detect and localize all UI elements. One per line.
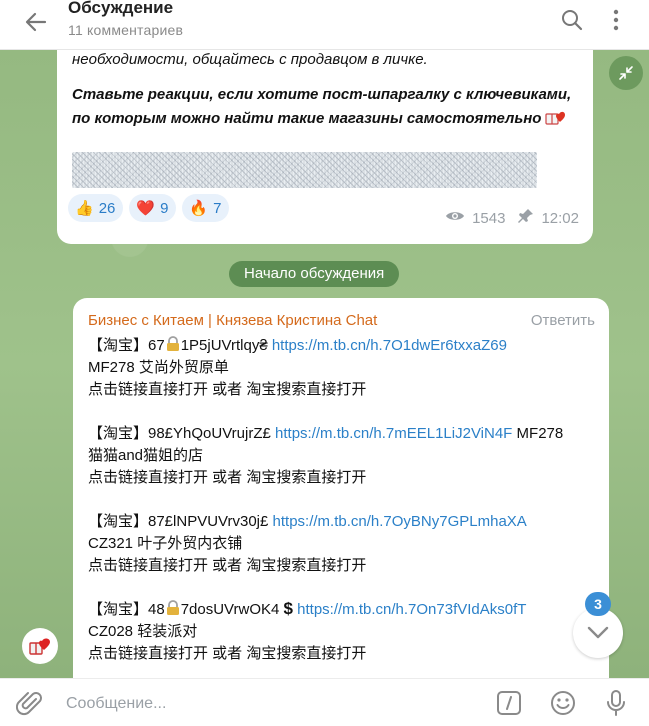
taobao-link[interactable]: https://m.tb.cn/h.7On73fVIdAks0fT [297,601,526,618]
message-line: CZ321 叶子外贸内衣铺 [88,535,243,552]
reaction-heart[interactable]: ❤️ 9 [129,194,177,222]
reaction-thumbs-up[interactable]: 👍 26 [68,194,124,222]
pin-icon [518,208,534,228]
message-line: 【淘宝】67 1P5jUVrtlqy₴ https://m.tb.cn/h.7O1… [88,336,507,354]
taobao-link[interactable]: https://m.tb.cn/h.7OyBNy7GPLmhaXA [273,513,527,530]
paperclip-icon[interactable] [15,689,44,717]
eye-icon [445,209,465,227]
post-time: 12:02 [541,209,579,227]
spoiler-text[interactable] [72,152,537,188]
chat-area[interactable]: необходимости, общайтесь с продавцом в л… [0,50,649,678]
gift-heart-icon [545,108,567,126]
message-line: 【淘宝】98£YhQoUVrujrZ£ https://m.tb.cn/h.7m… [88,425,564,442]
message-input[interactable]: Сообщение... [66,695,166,713]
search-icon[interactable] [558,6,586,34]
post-text-line: по которым можно найти такие магазины са… [72,108,567,127]
taobao-link[interactable]: https://m.tb.cn/h.7O1dwEr6txxaZ69 [272,337,507,354]
message-line: 点击链接直接打开 或者 淘宝搜索直接打开 [88,381,367,398]
message-line: CZ028 轻装派对 [88,623,198,640]
message-line: 【淘宝】48 7dosUVrwOK4 $ https://m.tb.cn/h.7O… [88,599,527,618]
comment-message[interactable]: Бизнес с Китаем | Князева Кристина Chat … [73,298,609,678]
channel-post[interactable]: необходимости, общайтесь с продавцом в л… [57,50,593,244]
view-count: 1543 [472,209,506,227]
chat-header: Обсуждение 11 комментариев [0,0,649,50]
message-line: 点击链接直接打开 或者 淘宝搜索直接打开 [88,557,367,574]
post-text-line: Ставьте реакции, если хотите пост-шпарга… [72,86,572,103]
lock-icon [165,600,181,616]
reactions-bar: 👍 26 ❤️ 9 🔥 7 [68,194,230,222]
emoji-icon[interactable] [547,687,579,719]
message-line: 点击链接直接打开 或者 淘宝搜索直接打开 [88,469,367,486]
reaction-fire[interactable]: 🔥 7 [182,194,230,222]
message-line: 【淘宝】87£lNPVUVrv30j£ https://m.tb.cn/h.7O… [88,513,527,530]
message-composer: Сообщение... [0,678,649,726]
reply-button[interactable]: Ответить [531,312,595,329]
message-line: MF278 艾尚外贸原单 [88,359,229,376]
dollar-icon: $ [283,599,293,618]
microphone-icon[interactable] [600,687,632,719]
message-line: 点击链接直接打开 或者 淘宝搜索直接打开 [88,645,367,662]
taobao-link[interactable]: https://m.tb.cn/h.7mEEL1LiJ2ViN4F [275,425,512,442]
message-line: 猫猫and猫姐的店 [88,447,204,464]
more-menu-icon[interactable] [602,6,630,34]
bot-command-icon[interactable] [493,687,525,719]
chevron-down-icon [587,626,609,639]
back-arrow-icon[interactable] [20,6,52,38]
unread-badge: 3 [585,592,611,616]
page-title: Обсуждение [68,0,174,17]
comment-count: 11 комментариев [68,22,184,38]
sender-name[interactable]: Бизнес с Китаем | Князева Кристина Chat [88,312,377,329]
lock-icon [165,336,181,352]
post-meta: 1543 12:02 [445,208,579,228]
avatar[interactable] [22,628,58,664]
post-text-line: необходимости, общайтесь с продавцом в л… [72,51,428,68]
collapse-icon[interactable] [609,56,643,90]
discussion-start-label: Начало обсуждения [229,261,400,287]
